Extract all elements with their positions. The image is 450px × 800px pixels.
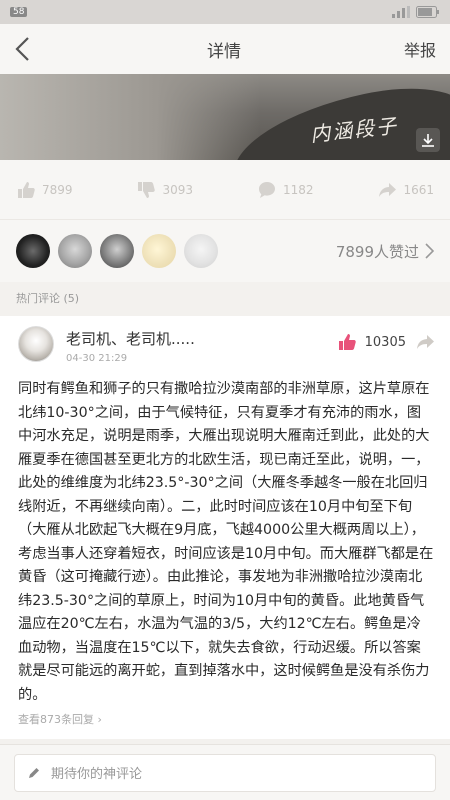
comment-share-button[interactable]	[414, 332, 436, 356]
thumbs-down-icon	[138, 181, 156, 198]
comment-time: 04-30 21:29	[66, 353, 128, 364]
comment-input-bar: 期待你的神评论	[0, 744, 450, 800]
share-button[interactable]: 1661	[377, 180, 434, 200]
likers-count-link[interactable]: 7899人赞过	[336, 241, 434, 262]
likers-row[interactable]: 7899人赞过	[0, 220, 450, 282]
signal-icon	[392, 6, 410, 18]
back-button[interactable]	[14, 29, 44, 69]
thumbs-up-icon	[338, 334, 356, 350]
action-bar: 7899 3093 1182 1661	[0, 160, 450, 220]
dislike-count: 3093	[162, 182, 194, 197]
chevron-right-icon	[425, 243, 434, 259]
comment-header: 老司机、老司机..... 04-30 21:29 10305	[18, 326, 436, 364]
liker-avatar[interactable]	[184, 234, 218, 268]
comment-count: 1182	[282, 182, 314, 197]
pencil-icon	[29, 767, 39, 778]
like-count: 7899	[42, 182, 73, 197]
status-left: 58	[10, 7, 28, 17]
dislike-button[interactable]: 3093	[136, 180, 193, 200]
comment-like-count: 10305	[364, 334, 406, 350]
share-icon	[417, 335, 434, 349]
liker-avatar[interactable]	[100, 234, 134, 268]
liker-avatar[interactable]	[142, 234, 176, 268]
chevron-left-icon	[15, 37, 29, 61]
report-button[interactable]: 举报	[404, 37, 436, 61]
comment-meta: 老司机、老司机..... 04-30 21:29	[66, 326, 337, 364]
comment-input[interactable]: 期待你的神评论	[14, 753, 436, 792]
comment-input-placeholder: 期待你的神评论	[51, 767, 143, 782]
page-title: 详情	[206, 41, 241, 62]
banner-sky	[0, 74, 260, 160]
status-badge: 58	[10, 7, 28, 17]
share-icon	[379, 182, 397, 197]
liker-avatar[interactable]	[16, 234, 50, 268]
share-count: 1661	[403, 182, 434, 197]
view-replies-link[interactable]: 查看873条回复 ›	[18, 711, 436, 727]
battery-icon	[416, 6, 439, 18]
likers-count-label: 7899人赞过	[335, 242, 419, 261]
download-icon[interactable]	[416, 128, 440, 152]
comment-text: 同时有鳄鱼和狮子的只有撒哈拉沙漠南部的非洲草原，这片草原在北纬10-30°之间，…	[18, 381, 434, 703]
comment-icon	[258, 181, 275, 198]
comment-like-button[interactable]: 10305	[337, 332, 406, 352]
thumbs-up-icon	[18, 181, 35, 198]
liker-avatar[interactable]	[58, 234, 92, 268]
title-bar: 详情 举报	[0, 24, 450, 74]
post-image-banner[interactable]: 内涵段子	[0, 74, 450, 160]
hot-comments-label: 热门评论 (5)	[0, 282, 450, 316]
like-button[interactable]: 7899	[16, 180, 73, 200]
comment-item: 老司机、老司机..... 04-30 21:29 10305 同时有鳄鱼和狮子的…	[0, 316, 450, 739]
avatar[interactable]	[18, 326, 54, 362]
comment-button[interactable]: 1182	[257, 180, 314, 200]
comment-author[interactable]: 老司机、老司机.....	[66, 328, 337, 349]
status-right	[392, 6, 440, 18]
status-bar: 58	[0, 0, 450, 24]
